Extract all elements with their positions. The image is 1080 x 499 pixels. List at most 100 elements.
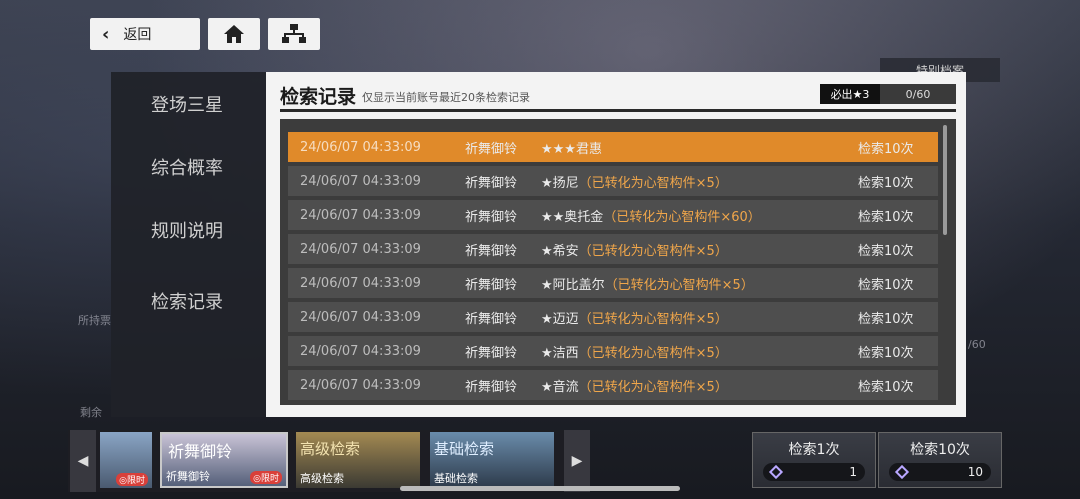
record-pool: 祈舞御铃 <box>465 209 518 225</box>
sidebar: 登场三星 综合概率 规则说明 检索记录 <box>111 72 266 417</box>
hierarchy-icon <box>282 24 306 43</box>
panel-title: 检索记录 <box>280 86 357 108</box>
result-name: ★阿比盖尔 <box>541 277 605 293</box>
record-row: 24/06/07 04:33:09 祈舞御铃 ★★奥托金（已转化为心智构件×60）检… <box>288 200 938 230</box>
banner-caption: 高级检索 <box>300 472 344 485</box>
record-pool: 祈舞御铃 <box>465 243 518 259</box>
chevron-left-icon: ‹ <box>102 23 110 45</box>
record-result: ★音流（已转化为心智构件×5） <box>541 376 858 395</box>
pull-label: 检索1次 <box>788 442 840 458</box>
limited-badge: ◎限时 <box>250 471 282 484</box>
record-result: ★阿比盖尔（已转化为心智构件×5） <box>541 274 858 293</box>
banner-title: 高级检索 <box>300 440 361 458</box>
banner-caption: 基础检索 <box>434 472 478 485</box>
pull-cost-value: 10 <box>967 465 983 479</box>
record-result: ★迈迈（已转化为心智构件×5） <box>541 308 858 327</box>
hierarchy-button[interactable] <box>268 18 320 50</box>
result-converted: （已转化为心智构件×60） <box>603 209 761 225</box>
guarantee-label: 必出★3 <box>820 84 880 104</box>
ticket-icon <box>768 464 784 480</box>
record-time: 24/06/07 04:33:09 <box>300 139 421 155</box>
back-label: 返回 <box>123 27 152 43</box>
record-count: 检索10次 <box>858 243 914 259</box>
record-row: 24/06/07 04:33:09 祈舞御铃 ★迈迈（已转化为心智构件×5） 检索10… <box>288 302 938 332</box>
banner-card-basic[interactable]: 基础检索 基础检索 <box>430 432 554 488</box>
remaining-text: 剩余 <box>80 406 102 419</box>
record-count: 检索10次 <box>858 141 914 157</box>
sidebar-item-history[interactable]: 检索记录 <box>111 268 266 333</box>
result-converted: （已转化为心智构件×5） <box>604 277 754 293</box>
home-indicator <box>400 486 680 491</box>
result-converted: （已转化为心智构件×5） <box>578 175 728 191</box>
pull-10-button[interactable]: 检索10次 10 <box>878 432 1002 488</box>
record-time: 24/06/07 04:33:09 <box>300 207 421 223</box>
result-converted: （已转化为心智构件×5） <box>578 379 728 395</box>
result-name: ★希安 <box>541 243 579 259</box>
result-converted: （已转化为心智构件×5） <box>578 345 728 361</box>
pull-label: 检索10次 <box>910 442 970 458</box>
record-count: 检索10次 <box>858 379 914 395</box>
result-converted: （已转化为心智构件×5） <box>578 243 728 259</box>
record-pool: 祈舞御铃 <box>465 141 518 157</box>
home-icon <box>224 25 244 43</box>
record-time: 24/06/07 04:33:09 <box>300 275 421 291</box>
banner-card-qiwu[interactable]: 祈舞御铃 祈舞御铃 ◎限时 <box>160 432 288 488</box>
record-pool: 祈舞御铃 <box>465 311 518 327</box>
back-button[interactable]: ‹ 返回 <box>90 18 200 50</box>
record-row: 24/06/07 04:33:09 祈舞御铃 ★音流（已转化为心智构件×5） 检索10… <box>288 370 938 400</box>
side-count-text: /60 <box>968 338 986 351</box>
result-name: ★迈迈 <box>541 311 579 327</box>
record-result: ★★奥托金（已转化为心智构件×60） <box>541 206 858 225</box>
banner-title: 祈舞御铃 <box>168 442 233 461</box>
record-result: ★★★君惠 <box>541 138 858 157</box>
ticket-icon <box>894 464 910 480</box>
result-name: ★★★君惠 <box>541 141 602 157</box>
record-count: 检索10次 <box>858 277 914 293</box>
pull-cost: 10 <box>889 463 991 481</box>
pull-cost: 1 <box>763 463 865 481</box>
result-converted: （已转化为心智构件×5） <box>578 311 728 327</box>
record-pool: 祈舞御铃 <box>465 345 518 361</box>
guarantee-counter: 必出★3 0/60 <box>820 84 956 104</box>
panel-subtitle: 仅显示当前账号最近20条检索记录 <box>362 91 530 104</box>
record-count: 检索10次 <box>858 311 914 327</box>
banner-next-button[interactable]: ▶ <box>564 430 590 492</box>
record-count: 检索10次 <box>858 209 914 225</box>
record-result: ★洁西（已转化为心智构件×5） <box>541 342 858 361</box>
sidebar-item-probability[interactable]: 综合概率 <box>111 135 266 198</box>
record-result: ★希安（已转化为心智构件×5） <box>541 240 858 259</box>
title-divider <box>280 109 956 112</box>
guarantee-value: 0/60 <box>905 87 931 101</box>
sidebar-item-featured[interactable]: 登场三星 <box>111 72 266 135</box>
result-name: ★音流 <box>541 379 579 395</box>
result-name: ★★奥托金 <box>541 209 604 225</box>
record-pool: 祈舞御铃 <box>465 277 518 293</box>
record-row: 24/06/07 04:33:09 祈舞御铃 ★希安（已转化为心智构件×5） 检索10… <box>288 234 938 264</box>
record-count: 检索10次 <box>858 175 914 191</box>
record-time: 24/06/07 04:33:09 <box>300 343 421 359</box>
banner-card-1[interactable]: ◎限时 <box>100 432 152 488</box>
sidebar-item-rules[interactable]: 规则说明 <box>111 198 266 261</box>
scrollbar[interactable] <box>943 125 947 235</box>
banner-caption: 祈舞御铃 <box>166 470 210 483</box>
record-time: 24/06/07 04:33:09 <box>300 377 421 393</box>
record-pool: 祈舞御铃 <box>465 379 518 395</box>
record-row: 24/06/07 04:33:09 祈舞御铃 ★扬尼（已转化为心智构件×5） 检索10… <box>288 166 938 196</box>
banner-prev-button[interactable]: ◀ <box>70 430 96 492</box>
record-row: 24/06/07 04:33:09 祈舞御铃 ★★★君惠 检索10次 <box>288 132 938 162</box>
record-pool: 祈舞御铃 <box>465 175 518 191</box>
record-time: 24/06/07 04:33:09 <box>300 309 421 325</box>
pool-tag-text: 所持票 <box>78 314 111 327</box>
banner-card-advanced[interactable]: 高级检索 高级检索 <box>296 432 420 488</box>
home-button[interactable] <box>208 18 260 50</box>
result-name: ★扬尼 <box>541 175 579 191</box>
record-list[interactable]: 24/06/07 04:33:09 祈舞御铃 ★★★君惠 检索10次 24/06/07 … <box>280 119 956 405</box>
record-row: 24/06/07 04:33:09 祈舞御铃 ★阿比盖尔（已转化为心智构件×5） 检索… <box>288 268 938 298</box>
pull-1-button[interactable]: 检索1次 1 <box>752 432 876 488</box>
pull-cost-value: 1 <box>849 465 857 479</box>
record-time: 24/06/07 04:33:09 <box>300 173 421 189</box>
record-row: 24/06/07 04:33:09 祈舞御铃 ★洁西（已转化为心智构件×5） 检索10… <box>288 336 938 366</box>
limited-badge: ◎限时 <box>116 473 148 486</box>
banner-title: 基础检索 <box>434 440 495 458</box>
record-count: 检索10次 <box>858 345 914 361</box>
